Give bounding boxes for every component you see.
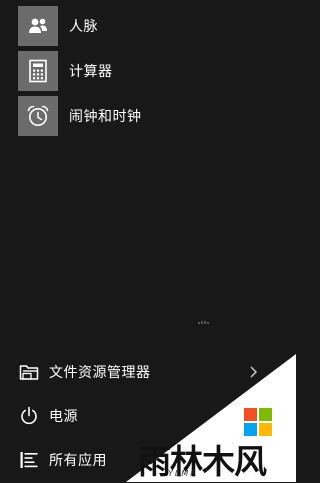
app-label-alarms-clock: 闹钟和时钟 xyxy=(69,109,142,125)
power-label: 电源 xyxy=(49,409,78,425)
all-apps-label: 所有应用 xyxy=(49,453,107,469)
app-item-calculator[interactable]: 计算器 xyxy=(18,51,294,91)
app-item-people[interactable]: 人脉 xyxy=(18,6,294,46)
app-list: 人脉 计算器 闹钟和时钟 xyxy=(18,6,294,141)
app-label-calculator: 计算器 xyxy=(69,64,113,80)
small-mark xyxy=(198,311,210,324)
chevron-right-icon[interactable] xyxy=(248,364,258,378)
power-icon xyxy=(18,405,40,427)
people-icon xyxy=(18,6,58,46)
alarm-clock-icon xyxy=(18,96,58,136)
app-label-people: 人脉 xyxy=(69,19,98,35)
file-explorer-label: 文件资源管理器 xyxy=(49,365,151,381)
list-icon xyxy=(18,449,40,471)
file-explorer-item[interactable]: 文件资源管理器 xyxy=(0,350,296,394)
watermark-logo: 雨林木风 YLMF xyxy=(138,405,296,482)
folder-icon xyxy=(18,361,40,383)
watermark-subtext: YLMF xyxy=(168,469,197,478)
app-item-alarms-clock[interactable]: 闹钟和时钟 xyxy=(18,96,294,136)
calculator-icon xyxy=(18,51,58,91)
watermark-text: 雨林木风 xyxy=(138,442,267,481)
